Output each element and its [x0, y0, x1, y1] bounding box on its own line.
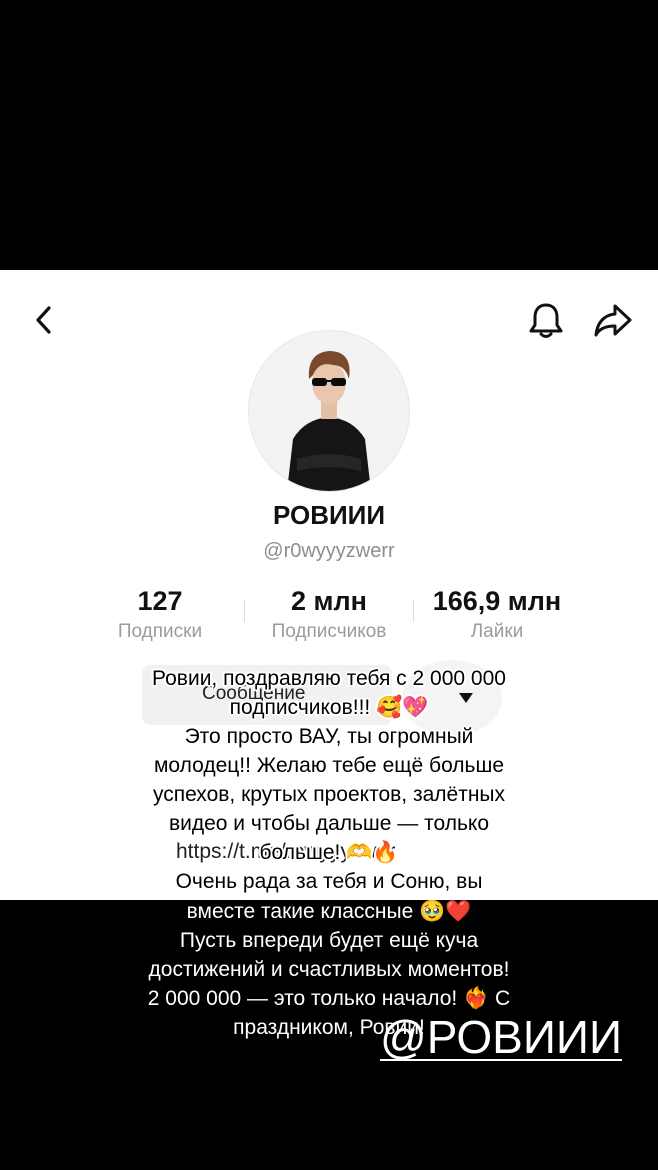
profile-handle: @r0wyyyzwerr [263, 540, 395, 562]
caption-line: видео и чтобы дальше — только [168, 812, 490, 835]
congratulation-text-outlined: Ровии, поздравляю тебя с 2 000 000 подпи… [0, 664, 658, 896]
likes-label: Лайки [470, 621, 524, 642]
followers-stat[interactable]: 2 млн Подписчиков [239, 586, 419, 643]
followers-count: 2 млн [291, 586, 367, 616]
following-count: 127 [137, 586, 183, 616]
caption-line: Пусть впереди будет ещё куча [179, 929, 479, 952]
likes-count: 166,9 млн [432, 586, 562, 616]
avatar[interactable] [248, 330, 410, 492]
mention-sticker[interactable]: @РОВИИИ [380, 1010, 622, 1064]
caption-line: достижений и счастливых моментов! [148, 958, 510, 981]
avatar-photo [249, 331, 409, 491]
following-stat[interactable]: 127 Подписки [70, 586, 250, 643]
caption-line: подписчиков!!! 🥰💖 [229, 696, 429, 719]
notifications-button[interactable] [524, 298, 568, 342]
caption-line: Ровии, поздравляю тебя с 2 000 000 [152, 667, 506, 690]
caption-line: вместе такие классные 🥹❤️ [186, 900, 472, 923]
story-top-black-area [0, 0, 658, 270]
caption-line: больше! 🫶🔥 [259, 841, 399, 864]
caption-line: Это просто ВАУ, ты огромный [184, 725, 474, 748]
caption-line: Очень рада за тебя и Соню, вы [175, 870, 483, 893]
following-label: Подписки [117, 621, 203, 642]
chevron-left-icon [36, 306, 51, 334]
followers-label: Подписчиков [271, 621, 387, 642]
bell-icon [529, 303, 563, 338]
back-button[interactable] [22, 298, 66, 342]
caption-line: 2 000 000 — это только начало! ❤️‍🔥 С [147, 987, 511, 1010]
share-button[interactable] [591, 298, 635, 342]
caption-line: молодец!! Желаю тебе ещё больше [153, 754, 505, 777]
caption-line: успехов, крутых проектов, залётных [152, 783, 506, 806]
likes-stat[interactable]: 166,9 млн Лайки [407, 586, 587, 643]
profile-display-name: РОВИИИ [272, 500, 386, 530]
share-arrow-icon [594, 304, 632, 337]
